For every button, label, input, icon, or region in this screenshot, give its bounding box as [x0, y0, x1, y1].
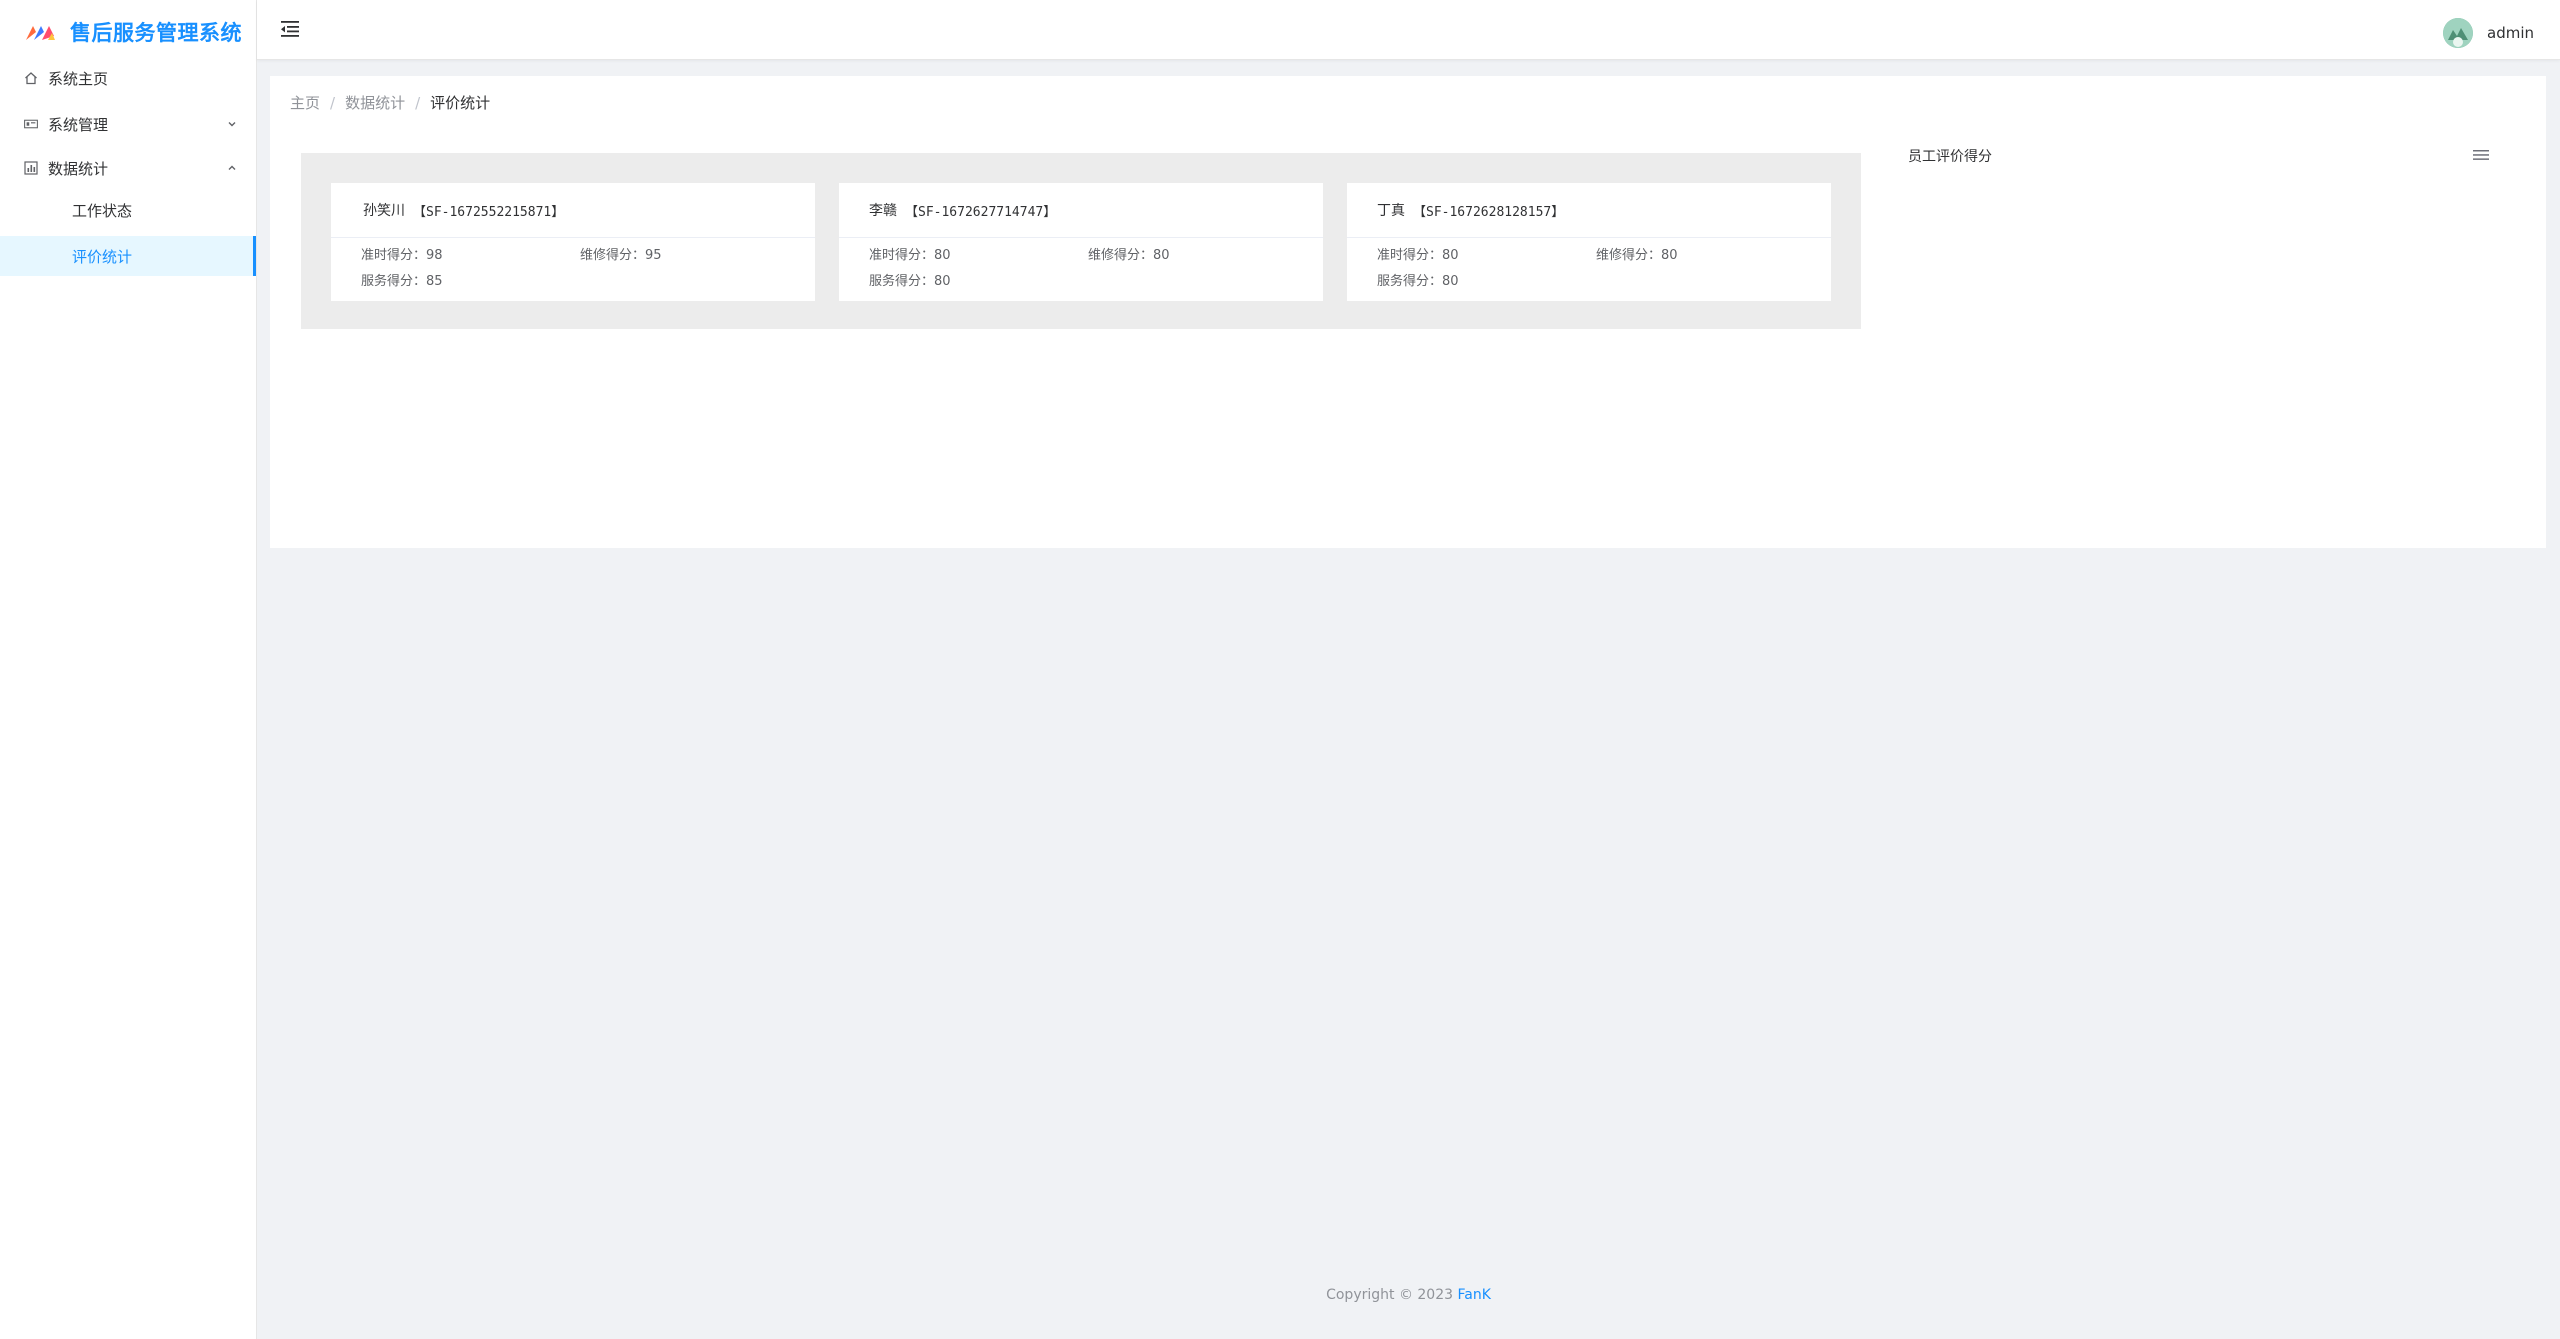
- radar-chart: 020406080100准时得分维修得分服务得分综合得分 员工评价得分: [1900, 146, 2520, 476]
- sidebar-item-label: 数据统计: [48, 159, 109, 178]
- card-body: 准时得分：80 维修得分：80 服务得分：80: [1347, 238, 1831, 289]
- service-score: 服务得分：85: [361, 274, 443, 289]
- employee-card[interactable]: 孙笑川 【SF-1672552215871】 准时得分：98 维修得分：95 服…: [331, 183, 815, 301]
- menu-fold-icon[interactable]: [279, 18, 301, 40]
- sidebar-subitem-work-status[interactable]: 工作状态: [0, 188, 256, 232]
- sidebar-subitem-label: 评价统计: [72, 247, 133, 266]
- brand[interactable]: 售后服务管理系统: [0, 0, 256, 64]
- app-title: 售后服务管理系统: [70, 21, 242, 45]
- card-body: 准时得分：98 维修得分：95 服务得分：85: [331, 238, 815, 289]
- radar-chart-svg: 020406080100准时得分维修得分服务得分综合得分: [1900, 146, 2520, 476]
- card-header: 孙笑川 【SF-1672552215871】: [331, 183, 815, 238]
- service-score: 服务得分：80: [869, 274, 951, 289]
- breadcrumb-home[interactable]: 主页: [290, 92, 320, 113]
- ontime-score: 准时得分：98: [361, 248, 443, 263]
- card-header: 李赣 【SF-1672627714747】: [839, 183, 1323, 238]
- chart-title: 员工评价得分: [1908, 149, 1992, 165]
- copyright-text: Copyright © 2023: [1326, 1287, 1458, 1303]
- breadcrumb-parent[interactable]: 数据统计: [345, 92, 405, 113]
- settings-icon: [24, 117, 38, 131]
- breadcrumb: 主页 / 数据统计 / 评价统计: [290, 92, 490, 113]
- employee-cards-area: 孙笑川 【SF-1672552215871】 准时得分：98 维修得分：95 服…: [301, 153, 1861, 329]
- chevron-up-icon: [228, 165, 236, 170]
- card-body: 准时得分：80 维修得分：80 服务得分：80: [839, 238, 1323, 289]
- sidebar-subitem-label: 工作状态: [72, 201, 133, 220]
- employee-card[interactable]: 李赣 【SF-1672627714747】 准时得分：80 维修得分：80 服务…: [839, 183, 1323, 301]
- employee-name: 丁真: [1377, 203, 1405, 219]
- chevron-down-icon: [228, 122, 236, 127]
- main-panel: 主页 / 数据统计 / 评价统计 孙笑川 【SF-1672552215871】 …: [270, 76, 2546, 548]
- employee-code: 【SF-1672552215871】: [413, 204, 565, 220]
- sidebar-item-home[interactable]: 系统主页: [0, 64, 256, 92]
- footer: Copyright © 2023 FanK: [257, 1287, 2560, 1303]
- logo-icon: [26, 26, 55, 40]
- sidebar-item-statistics[interactable]: 数据统计: [0, 154, 256, 182]
- home-icon: [24, 71, 38, 85]
- service-score: 服务得分：80: [1377, 274, 1459, 289]
- user-menu[interactable]: admin: [2443, 18, 2534, 48]
- top-header: admin: [257, 0, 2560, 60]
- hamburger-menu-icon[interactable]: [2472, 148, 2490, 162]
- avatar: [2443, 18, 2473, 48]
- repair-score: 维修得分：95: [580, 248, 662, 263]
- sidebar: 售后服务管理系统 系统主页 系统管理 数据统计 工作状态 评价统计: [0, 0, 257, 1339]
- card-header: 丁真 【SF-1672628128157】: [1347, 183, 1831, 238]
- sidebar-item-system[interactable]: 系统管理: [0, 110, 256, 138]
- sidebar-subitem-evaluation[interactable]: 评价统计: [0, 236, 256, 276]
- author-link[interactable]: FanK: [1457, 1287, 1490, 1303]
- ontime-score: 准时得分：80: [869, 248, 951, 263]
- breadcrumb-current: 评价统计: [430, 94, 491, 112]
- ontime-score: 准时得分：80: [1377, 248, 1459, 263]
- employee-name: 李赣: [869, 203, 897, 219]
- employee-name: 孙笑川: [363, 203, 405, 219]
- sidebar-item-label: 系统管理: [48, 115, 109, 134]
- chart-icon: [24, 161, 38, 175]
- repair-score: 维修得分：80: [1596, 248, 1678, 263]
- breadcrumb-separator: /: [330, 93, 336, 112]
- breadcrumb-separator: /: [415, 93, 421, 112]
- sidebar-item-label: 系统主页: [48, 69, 109, 88]
- employee-code: 【SF-1672627714747】: [905, 204, 1057, 220]
- username: admin: [2487, 24, 2534, 42]
- employee-code: 【SF-1672628128157】: [1413, 204, 1565, 220]
- repair-score: 维修得分：80: [1088, 248, 1170, 263]
- employee-card[interactable]: 丁真 【SF-1672628128157】 准时得分：80 维修得分：80 服务…: [1347, 183, 1831, 301]
